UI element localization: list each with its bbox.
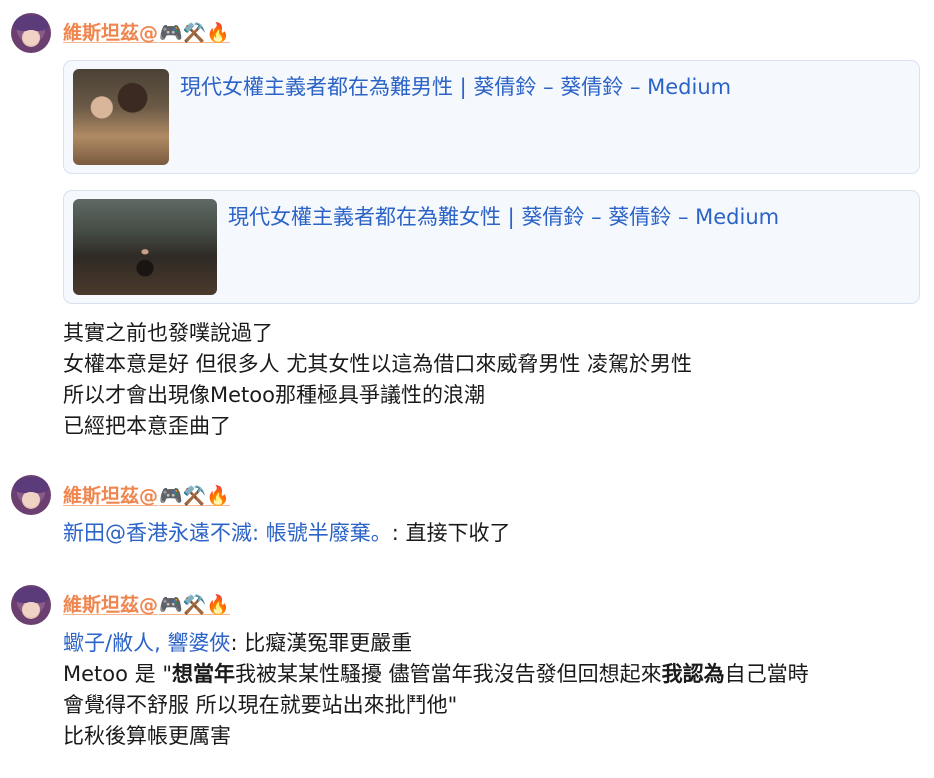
post-line: 女權本意是好 但很多人 尤其女性以這為借口來威脅男性 凌駕於男性: [63, 352, 693, 376]
link-card[interactable]: 現代女權主義者都在為難男性 | 葵倩鈴 – 葵倩鈴 – Medium: [63, 60, 920, 174]
author-name[interactable]: 維斯坦茲@🎮⚒️🔥: [63, 481, 230, 508]
author-emoji: 🎮⚒️🔥: [159, 594, 230, 616]
avatar-face: [23, 492, 39, 507]
author-name-text: 維斯坦茲@: [63, 485, 159, 507]
quote-separator: :: [252, 521, 266, 545]
link-card-thumbnail: [73, 69, 169, 165]
quoted-user-link[interactable]: 新田@香港永遠不滅: [63, 521, 252, 545]
link-card[interactable]: 現代女權主義者都在為難女性 | 葵倩鈴 – 葵倩鈴 – Medium: [63, 190, 920, 304]
quoted-user-link[interactable]: 蠍子/敝人, 響婆俠: [63, 631, 230, 655]
post-line: 會覺得不舒服 所以現在就要站出來批鬥他": [63, 693, 458, 717]
avatar[interactable]: [11, 585, 51, 625]
author-name[interactable]: 維斯坦茲@🎮⚒️🔥: [63, 590, 230, 617]
bold-text: 我認為: [661, 662, 725, 686]
avatar-face: [23, 602, 39, 617]
reply-text: : 直接下收了: [391, 521, 511, 545]
author-name[interactable]: 維斯坦茲@🎮⚒️🔥: [63, 18, 230, 45]
post-line: 其實之前也發噗說過了: [63, 321, 273, 345]
author-name-text: 維斯坦茲@: [63, 594, 159, 616]
avatar-face: [23, 30, 39, 45]
text-segment: 自己當時: [724, 662, 809, 686]
text-segment: Metoo 是 ": [63, 662, 172, 686]
author-emoji: 🎮⚒️🔥: [159, 22, 230, 44]
post-line: 所以才會出現像Metoo那種極具爭議性的浪潮: [63, 383, 485, 407]
link-card-title[interactable]: 現代女權主義者都在為難男性 | 葵倩鈴 – 葵倩鈴 – Medium: [180, 71, 731, 101]
avatar-hat: [14, 15, 48, 31]
post-line: 比秋後算帳更厲害: [63, 724, 231, 748]
bold-text: 想當年: [171, 662, 235, 686]
avatar[interactable]: [11, 475, 51, 515]
post-line: Metoo 是 "想當年我被某某性騷擾 儘管當年我沒告發但回想起來我認為自己當時: [63, 659, 809, 690]
post-body: 新田@香港永遠不滅: 帳號半廢棄。: 直接下收了: [63, 518, 511, 549]
post-line: 已經把本意歪曲了: [63, 414, 231, 438]
avatar[interactable]: [11, 13, 51, 53]
link-card-thumbnail: [73, 199, 217, 295]
post-body: 其實之前也發噗說過了 女權本意是好 但很多人 尤其女性以這為借口來威脅男性 凌駕…: [63, 318, 692, 442]
avatar-hat: [14, 477, 48, 493]
author-name-text: 維斯坦茲@: [63, 22, 159, 44]
author-emoji: 🎮⚒️🔥: [159, 485, 230, 507]
avatar-hat: [14, 587, 48, 603]
reply-text: : 比癡漢冤罪更嚴重: [230, 631, 413, 655]
link-card-title[interactable]: 現代女權主義者都在為難女性 | 葵倩鈴 – 葵倩鈴 – Medium: [228, 201, 779, 231]
quoted-text-link[interactable]: 帳號半廢棄。: [266, 521, 392, 545]
post-line: 蠍子/敝人, 響婆俠: 比癡漢冤罪更嚴重: [63, 628, 809, 659]
post-body: 蠍子/敝人, 響婆俠: 比癡漢冤罪更嚴重 Metoo 是 "想當年我被某某性騷擾…: [63, 628, 809, 752]
text-segment: 我被某某性騷擾 儘管當年我沒告發但回想起來: [234, 662, 662, 686]
